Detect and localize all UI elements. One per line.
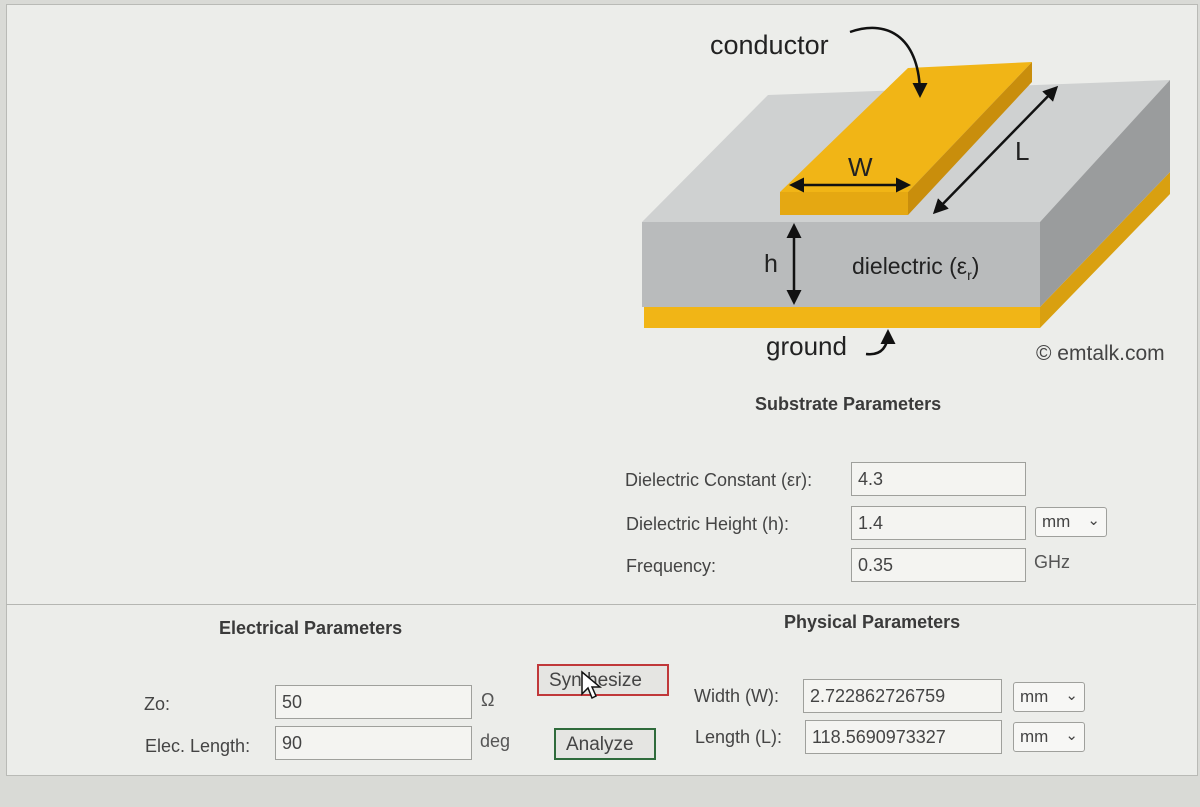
microstrip-diagram: conductor W L h dielectric (εr) ground	[642, 26, 1170, 361]
conductor-strip-front	[780, 192, 908, 215]
width-label-text: Width (W):	[694, 686, 779, 706]
elec-length-unit: deg	[480, 731, 511, 751]
dielectric-height-unit-select[interactable]: mm ⌄	[1035, 507, 1107, 537]
length-label-text: Length (L):	[695, 727, 783, 747]
ground-arrow	[865, 329, 896, 356]
length-unit-select[interactable]: mm ⌄	[1013, 722, 1085, 752]
width-unit-value: mm	[1020, 687, 1049, 706]
dielectric-constant-label: Dielectric Constant (εr):	[625, 470, 813, 490]
width-input[interactable]	[803, 679, 1002, 713]
electrical-title: Electrical Parameters	[219, 618, 403, 638]
chevron-down-icon: ⌄	[1065, 687, 1078, 704]
width-label: W	[848, 152, 873, 182]
conductor-label: conductor	[710, 30, 829, 60]
dielectric-height-label: Dielectric Height (h):	[626, 514, 790, 534]
analyze-button[interactable]: Analyze	[554, 728, 656, 760]
frequency-input[interactable]	[851, 548, 1026, 582]
frequency-unit: GHz	[1034, 552, 1070, 572]
dielectric-label: dielectric (εr)	[852, 253, 979, 283]
length-input[interactable]	[805, 720, 1002, 754]
zo-label: Zo:	[144, 694, 171, 714]
chevron-down-icon: ⌄	[1065, 727, 1078, 744]
length-unit-value: mm	[1020, 727, 1049, 746]
width-unit-select[interactable]: mm ⌄	[1013, 682, 1085, 712]
synthesize-button[interactable]: Synthesize	[537, 664, 669, 696]
dielectric-constant-input[interactable]	[851, 462, 1026, 496]
substrate-title: Substrate Parameters	[755, 394, 942, 414]
substrate-front	[642, 222, 1040, 307]
length-label: L	[1015, 136, 1029, 166]
dielectric-height-unit-value: mm	[1042, 512, 1071, 531]
mouse-pointer-icon	[581, 670, 602, 700]
copyright-text: © emtalk.com	[1036, 342, 1165, 365]
zo-unit: Ω	[481, 690, 495, 710]
frequency-label: Frequency:	[626, 556, 717, 576]
chevron-down-icon: ⌄	[1087, 512, 1100, 529]
height-label: h	[764, 250, 778, 278]
ground-plane	[644, 307, 1040, 328]
zo-input[interactable]	[275, 685, 472, 719]
physical-title: Physical Parameters	[784, 612, 961, 632]
ground-label: ground	[766, 331, 847, 361]
dielectric-height-input[interactable]	[851, 506, 1026, 540]
section-divider	[6, 604, 1196, 605]
elec-length-label: Elec. Length:	[145, 736, 251, 756]
elec-length-input[interactable]	[275, 726, 472, 760]
